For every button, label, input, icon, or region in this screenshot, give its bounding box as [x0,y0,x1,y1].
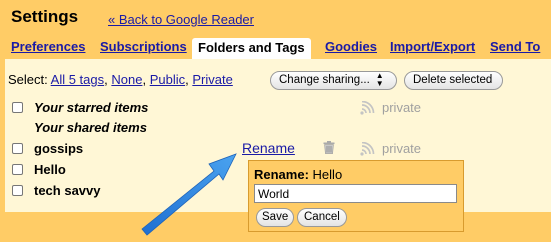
tag-name: Your starred items [34,100,149,115]
tag-name: Hello [34,162,66,177]
tab-import-export[interactable]: Import/Export [390,38,475,59]
save-label: Save [262,211,289,223]
rename-input[interactable] [254,184,457,203]
sharing-label: private [382,100,422,115]
trash-icon[interactable] [323,141,335,159]
save-button[interactable]: Save [256,208,294,227]
rename-label: Rename: [254,167,309,182]
tag-row: gossips [12,140,232,158]
tag-row: Your shared items [12,119,312,137]
tag-name: Your shared items [34,120,147,135]
rename-link[interactable]: Rename [242,140,295,156]
sharing-status[interactable]: private [360,141,440,157]
tag-row: Your starred items [12,99,312,117]
tag-checkbox[interactable] [12,185,23,196]
tag-row: Hello [12,161,232,179]
change-sharing-dropdown[interactable]: Change sharing... ▲ ▼ [270,71,397,90]
select-all-link[interactable]: All 5 tags [51,72,104,87]
select-private-link[interactable]: Private [192,72,232,87]
tag-checkbox[interactable] [12,164,23,175]
rename-prompt: Rename: Hello [254,167,342,182]
tab-subscriptions[interactable]: Subscriptions [100,38,187,59]
cancel-label: Cancel [304,211,340,223]
page-title: Settings [11,7,79,26]
tag-name: gossips [34,141,84,156]
tag-row: tech savvy [12,182,232,200]
select-row: Select: All 5 tags, None, Public, Privat… [8,72,233,87]
broadcast-icon [360,142,375,156]
delete-selected-label: Delete selected [413,74,493,86]
back-to-reader-link[interactable]: « Back to Google Reader [108,12,254,27]
tag-name: tech savvy [34,183,101,198]
select-public-link[interactable]: Public [150,72,185,87]
tab-preferences[interactable]: Preferences [11,38,85,59]
tag-checkbox[interactable] [12,102,23,113]
sharing-label: private [382,141,422,156]
rename-popup: Rename: Hello Save Cancel [248,160,464,232]
dropdown-arrows-icon: ▲ ▼ [375,71,384,88]
tab-folders-and-tags[interactable]: Folders and Tags [192,38,311,59]
select-none-link[interactable]: None [111,72,142,87]
tab-goodies[interactable]: Goodies [325,38,377,59]
broadcast-icon [360,101,375,115]
rename-current-name: Hello [312,167,343,182]
tag-checkbox[interactable] [12,143,23,154]
settings-tabs: Preferences Subscriptions Folders and Ta… [0,38,551,59]
select-label: Select: [8,72,48,87]
sharing-status[interactable]: private [360,100,440,116]
cancel-button[interactable]: Cancel [297,208,347,227]
delete-selected-button[interactable]: Delete selected [404,71,503,90]
tab-send-to[interactable]: Send To [490,38,540,59]
change-sharing-label: Change sharing... [279,74,370,87]
